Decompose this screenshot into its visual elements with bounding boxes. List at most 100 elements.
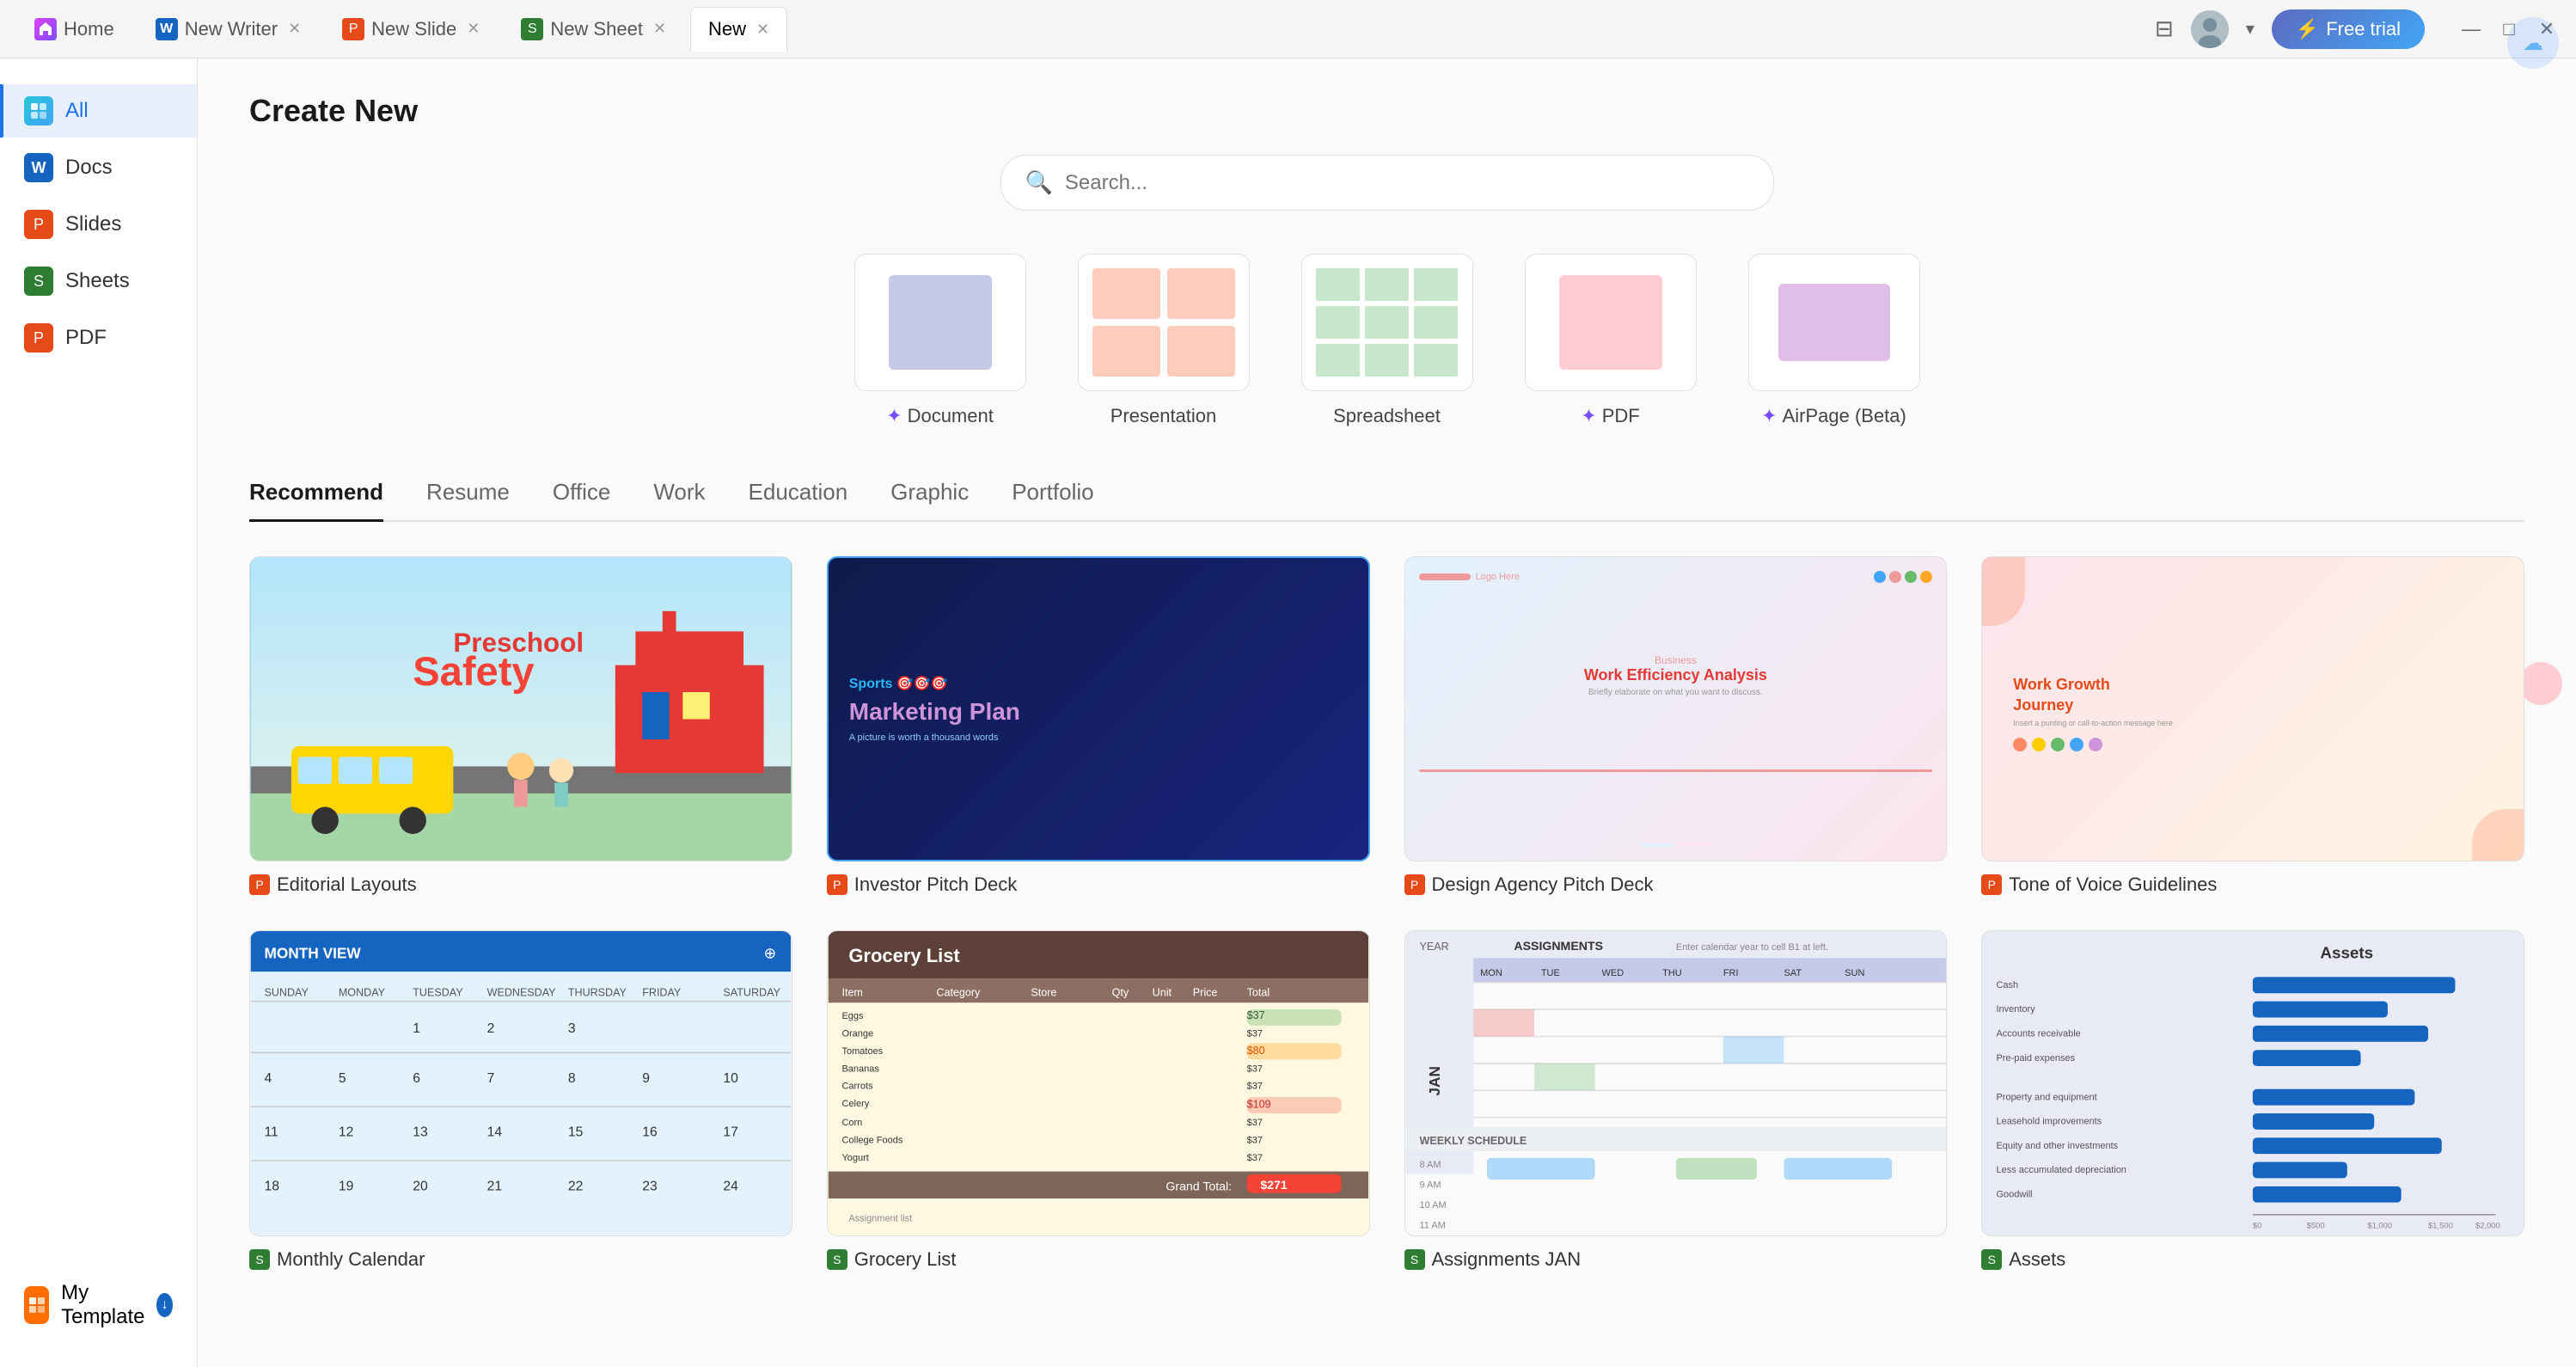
tab-slide[interactable]: P New Slide ✕ (325, 7, 497, 52)
avatar[interactable] (2191, 10, 2229, 48)
lightning-icon: ⚡ (2296, 18, 2319, 40)
sidebar-item-sheets[interactable]: S Sheets (0, 254, 197, 308)
svg-text:6: 6 (413, 1071, 420, 1086)
assets-name: S Assets (1981, 1248, 2524, 1271)
type-card-spreadsheet[interactable]: Spreadsheet (1301, 254, 1473, 427)
minimize-button[interactable]: — (2459, 17, 2483, 41)
template-card-tone[interactable]: Work GrowthJourney Insert a punting or c… (1981, 556, 2524, 896)
slide-tab-icon: P (342, 18, 364, 40)
search-input[interactable] (1065, 171, 1749, 195)
template-card-design[interactable]: Logo Here Business Work Efficiency Analy… (1404, 556, 1948, 896)
svg-text:$1,000: $1,000 (2368, 1221, 2393, 1230)
assets-thumb: Assets Cash Inventory Accounts receivabl… (1981, 930, 2524, 1235)
svg-text:Unit: Unit (1152, 987, 1172, 999)
presentation-preview (1078, 254, 1250, 391)
svg-text:JAN: JAN (1426, 1066, 1443, 1096)
grocery-thumb: Grocery List Item Category Store Qty Uni… (827, 930, 1370, 1235)
cat-tab-office[interactable]: Office (553, 479, 610, 522)
tab-sheet[interactable]: S New Sheet ✕ (504, 7, 683, 52)
titlebar-right: ⊟ ▾ ⚡ Free trial — □ ✕ (2155, 9, 2559, 49)
download-icon: ↓ (156, 1293, 173, 1317)
svg-text:$271: $271 (1260, 1178, 1288, 1192)
sheet-tab-icon: S (521, 18, 543, 40)
preschool-type-icon: P (249, 874, 270, 895)
cat-tab-recommend[interactable]: Recommend (249, 479, 383, 522)
svg-text:ASSIGNMENTS: ASSIGNMENTS (1514, 939, 1603, 953)
document-label: ✦ Document (886, 405, 994, 427)
assignments-thumb: YEAR ASSIGNMENTS Enter calendar year to … (1404, 930, 1948, 1235)
sidebar-item-docs[interactable]: W Docs (0, 141, 197, 194)
svg-text:Bananas: Bananas (841, 1064, 879, 1075)
airpage-ai-star: ✦ (1761, 405, 1777, 427)
sidebar-item-pdf[interactable]: P PDF (0, 311, 197, 365)
svg-text:Goodwill: Goodwill (1997, 1190, 2033, 1200)
template-card-preschool[interactable]: Preschool Safety (249, 556, 792, 896)
sidebar-toggle-icon[interactable]: ⊟ (2155, 15, 2174, 42)
template-card-assignments[interactable]: YEAR ASSIGNMENTS Enter calendar year to … (1404, 930, 1948, 1270)
svg-text:THURSDAY: THURSDAY (568, 987, 627, 999)
svg-text:College Foods: College Foods (841, 1136, 903, 1146)
svg-text:7: 7 (487, 1071, 495, 1086)
type-card-airpage[interactable]: ✦ AirPage (Beta) (1748, 254, 1920, 427)
svg-text:22: 22 (568, 1180, 583, 1194)
svg-text:18: 18 (264, 1180, 279, 1194)
template-card-investor[interactable]: Sports 🎯🎯🎯 Marketing Plan A picture is w… (827, 556, 1370, 896)
template-card-monthly[interactable]: MONTH VIEW ⊕ SUNDAY MONDAY TUESDAY WEDNE… (249, 930, 792, 1270)
svg-text:Qty: Qty (1111, 987, 1129, 999)
tab-home[interactable]: Home (17, 7, 132, 52)
template-card-grocery[interactable]: Grocery List Item Category Store Qty Uni… (827, 930, 1370, 1270)
tab-writer[interactable]: W New Writer ✕ (138, 7, 318, 52)
svg-text:4: 4 (264, 1071, 272, 1086)
sidebar-my-template[interactable]: My Template ↓ (0, 1269, 197, 1341)
svg-text:Assets: Assets (2321, 944, 2374, 962)
svg-text:20: 20 (413, 1180, 428, 1194)
svg-text:Pre-paid expenses: Pre-paid expenses (1997, 1053, 2076, 1064)
cat-tab-portfolio[interactable]: Portfolio (1012, 479, 1093, 522)
sheet-tab-close[interactable]: ✕ (653, 20, 666, 38)
sidebar-item-all[interactable]: All (0, 84, 197, 138)
avatar-chevron[interactable]: ▾ (2246, 18, 2255, 40)
svg-text:14: 14 (487, 1125, 503, 1140)
new-tab-close[interactable]: ✕ (756, 21, 769, 39)
svg-text:Corn: Corn (841, 1119, 862, 1129)
cat-tab-graphic[interactable]: Graphic (890, 479, 969, 522)
svg-text:WEEKLY SCHEDULE: WEEKLY SCHEDULE (1419, 1135, 1527, 1147)
cat-tab-work[interactable]: Work (653, 479, 705, 522)
investor-type-icon: P (827, 874, 847, 895)
category-tabs: Recommend Resume Office Work Education G… (249, 479, 2524, 522)
writer-tab-close[interactable]: ✕ (288, 20, 301, 38)
svg-text:Leasehold improvements: Leasehold improvements (1997, 1117, 2102, 1127)
type-card-document[interactable]: ✦ Document (854, 254, 1026, 427)
tone-name: P Tone of Voice Guidelines (1981, 874, 2524, 896)
assets-type-icon: S (1981, 1249, 2002, 1270)
svg-text:8: 8 (568, 1071, 576, 1086)
svg-text:5: 5 (339, 1071, 346, 1086)
cat-tab-education[interactable]: Education (749, 479, 848, 522)
svg-text:SAT: SAT (1784, 968, 1802, 978)
svg-text:$80: $80 (1246, 1045, 1264, 1057)
document-preview (854, 254, 1026, 391)
home-tab-label: Home (64, 18, 114, 40)
type-cards: ✦ Document Presentation (249, 254, 2524, 427)
main-layout: All W Docs P Slides S Sheets P PDF My Te… (0, 58, 2576, 1367)
svg-text:3: 3 (568, 1021, 576, 1036)
free-trial-button[interactable]: ⚡ Free trial (2272, 9, 2425, 49)
tone-type-icon: P (1981, 874, 2002, 895)
svg-text:Enter calendar year to cell B1: Enter calendar year to cell B1 at left. (1675, 942, 1827, 953)
cat-tab-resume[interactable]: Resume (426, 479, 510, 522)
svg-text:YEAR: YEAR (1419, 941, 1448, 953)
tab-new[interactable]: New ✕ (690, 7, 787, 52)
sidebar-item-docs-label: Docs (65, 156, 113, 180)
svg-text:$500: $500 (2307, 1221, 2325, 1230)
sidebar-item-slides[interactable]: P Slides (0, 198, 197, 251)
svg-text:Celery: Celery (841, 1100, 869, 1110)
type-card-presentation[interactable]: Presentation (1078, 254, 1250, 427)
svg-text:23: 23 (642, 1180, 658, 1194)
svg-text:SUN: SUN (1845, 968, 1864, 978)
type-card-pdf[interactable]: ✦ PDF (1525, 254, 1697, 427)
svg-text:Cash: Cash (1997, 980, 2019, 990)
template-card-assets[interactable]: Assets Cash Inventory Accounts receivabl… (1981, 930, 2524, 1270)
svg-text:SATURDAY: SATURDAY (723, 987, 780, 999)
slide-tab-close[interactable]: ✕ (467, 20, 480, 38)
svg-text:10 AM: 10 AM (1419, 1200, 1446, 1211)
